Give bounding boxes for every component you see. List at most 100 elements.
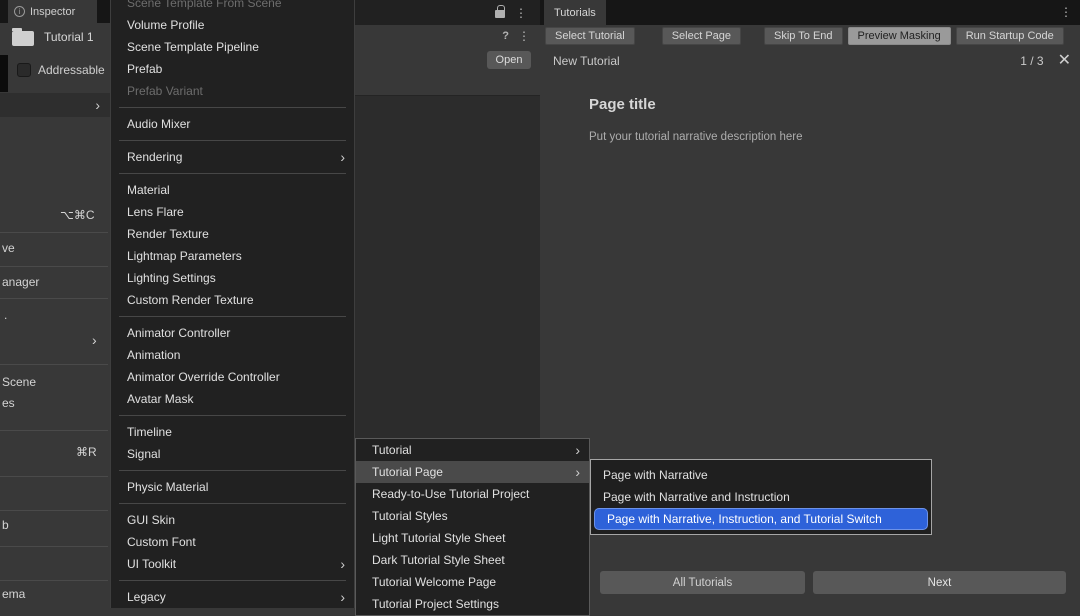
separator-line: [0, 476, 108, 477]
menu-item[interactable]: Tutorial Page›: [356, 461, 589, 483]
menu-item[interactable]: Ready-to-Use Tutorial Project: [356, 483, 589, 505]
menu-item[interactable]: Tutorial›: [356, 439, 589, 461]
menu-text-fragment: Scene: [2, 375, 36, 389]
menu-separator: [111, 465, 354, 476]
menu-item[interactable]: Signal: [111, 443, 354, 465]
menu-text-fragment: ⌥⌘C: [60, 208, 95, 222]
menu-separator: [111, 168, 354, 179]
menu-item[interactable]: Lens Flare: [111, 201, 354, 223]
menu-separator: [111, 311, 354, 322]
menu-item[interactable]: Audio Mixer: [111, 113, 354, 135]
tutorials-toolbar: Select Tutorial Select Page Skip To End Pre…: [540, 25, 1080, 47]
menu-item: Prefab Variant: [111, 80, 354, 102]
close-icon[interactable]: ✕: [1058, 53, 1071, 69]
tutorial-name: New Tutorial: [553, 54, 620, 68]
menu-item[interactable]: GUI Skin: [111, 509, 354, 531]
inspector-subheader-row: ? ⋮: [355, 25, 540, 47]
addressable-checkbox[interactable]: [17, 63, 31, 77]
chevron-right-icon: ›: [95, 98, 100, 112]
menu-item[interactable]: Render Texture: [111, 223, 354, 245]
chevron-right-icon: ›: [340, 557, 345, 571]
menu-item[interactable]: Avatar Mask: [111, 388, 354, 410]
menu-item[interactable]: Prefab: [111, 58, 354, 80]
asset-header-row: Tutorial 1: [12, 27, 94, 46]
separator-line: [0, 232, 108, 233]
toolbar-button-select-page[interactable]: Select Page: [662, 27, 741, 45]
tab-inspector[interactable]: i Inspector: [8, 0, 97, 23]
menu-item[interactable]: Page with Narrative, Instruction, and Tu…: [594, 508, 928, 530]
menu-item-label: Rendering: [127, 150, 182, 164]
menu-item[interactable]: Animator Override Controller: [111, 366, 354, 388]
menu-item[interactable]: Lighting Settings: [111, 267, 354, 289]
menu-separator: [111, 498, 354, 509]
menu-item: Scene Template From Scene: [111, 0, 354, 14]
tutorial-submenu: Tutorial›Tutorial Page›Ready-to-Use Tuto…: [355, 438, 590, 616]
menu-item-label: Scene Template Pipeline: [127, 40, 259, 54]
menu-item[interactable]: Dark Tutorial Style Sheet: [356, 549, 589, 571]
toolbar-button-run-startup-code[interactable]: Run Startup Code: [956, 27, 1064, 45]
menu-item[interactable]: Tutorial Styles: [356, 505, 589, 527]
folder-icon: [12, 31, 34, 46]
menu-item[interactable]: Legacy›: [111, 586, 354, 608]
all-tutorials-button[interactable]: All Tutorials: [600, 571, 805, 594]
help-icon[interactable]: ?: [502, 30, 509, 42]
menu-text-fragment: es: [2, 396, 15, 410]
lock-icon[interactable]: [495, 10, 505, 18]
menu-item[interactable]: Tutorial Project Settings: [356, 593, 589, 615]
separator-line: [0, 546, 108, 547]
menu-separator: [111, 102, 354, 113]
menu-item[interactable]: Scene Template Pipeline: [111, 36, 354, 58]
menu-item[interactable]: Lightmap Parameters: [111, 245, 354, 267]
menu-item-label: Light Tutorial Style Sheet: [372, 531, 505, 545]
menu-item[interactable]: Tutorial Welcome Page: [356, 571, 589, 593]
menu-item-label: Custom Render Texture: [127, 293, 254, 307]
menu-item[interactable]: Custom Render Texture: [111, 289, 354, 311]
menu-item[interactable]: Physic Material: [111, 476, 354, 498]
kebab-menu-icon[interactable]: ⋮: [515, 7, 527, 19]
menu-item[interactable]: Light Tutorial Style Sheet: [356, 527, 589, 549]
toolbar-button-preview-masking[interactable]: Preview Masking: [848, 27, 951, 45]
menu-item-label: Audio Mixer: [127, 117, 190, 131]
menu-item-label: Signal: [127, 447, 160, 461]
menu-item[interactable]: UI Toolkit›: [111, 553, 354, 575]
menu-item-label: Tutorial Styles: [372, 509, 448, 523]
tab-tutorials[interactable]: Tutorials: [544, 0, 606, 25]
menu-item-label: Page with Narrative, Instruction, and Tu…: [607, 512, 882, 526]
menu-item-label: Page with Narrative: [603, 468, 708, 482]
toolbar-button-select-tutorial[interactable]: Select Tutorial: [545, 27, 635, 45]
menu-item-label: Avatar Mask: [127, 392, 193, 406]
menu-item[interactable]: Page with Narrative: [591, 464, 931, 486]
toolbar-button-skip-to-end[interactable]: Skip To End: [764, 27, 843, 45]
menu-item-label: Animator Override Controller: [127, 370, 280, 384]
background-menu-item[interactable]: ›: [0, 93, 110, 117]
menu-item-label: Physic Material: [127, 480, 208, 494]
addressable-row: Addressable: [17, 63, 105, 77]
menu-item[interactable]: Custom Font: [111, 531, 354, 553]
menu-text-fragment: anager: [2, 275, 39, 289]
menu-item-label: Dark Tutorial Style Sheet: [372, 553, 505, 567]
menu-text-fragment: .: [4, 308, 7, 322]
chevron-right-icon: ›: [92, 333, 97, 347]
menu-item[interactable]: Volume Profile: [111, 14, 354, 36]
kebab-menu-icon[interactable]: ⋮: [1060, 6, 1072, 18]
menu-item[interactable]: Rendering›: [111, 146, 354, 168]
kebab-menu-icon[interactable]: ⋮: [518, 30, 530, 42]
left-tab-bar: i Inspector: [0, 0, 110, 23]
open-button[interactable]: Open: [487, 51, 531, 69]
menu-item-label: Lightmap Parameters: [127, 249, 242, 263]
separator-line: [0, 580, 108, 581]
tutorial-title-row: New Tutorial 1 / 3 ✕: [540, 47, 1080, 75]
menu-item-label: Legacy: [127, 590, 166, 604]
next-button[interactable]: Next: [813, 571, 1066, 594]
menu-text-fragment: ⌘R: [76, 445, 97, 459]
menu-separator: [111, 135, 354, 146]
page-description: Put your tutorial narrative description …: [589, 131, 803, 143]
tutorials-tab-bar: Tutorials ⋮: [540, 0, 1080, 25]
menu-item[interactable]: Animation: [111, 344, 354, 366]
menu-item[interactable]: Material: [111, 179, 354, 201]
menu-item[interactable]: Page with Narrative and Instruction: [591, 486, 931, 508]
menu-item-label: Volume Profile: [127, 18, 204, 32]
separator-line: [0, 430, 108, 431]
menu-item[interactable]: Timeline: [111, 421, 354, 443]
menu-item[interactable]: Animator Controller: [111, 322, 354, 344]
